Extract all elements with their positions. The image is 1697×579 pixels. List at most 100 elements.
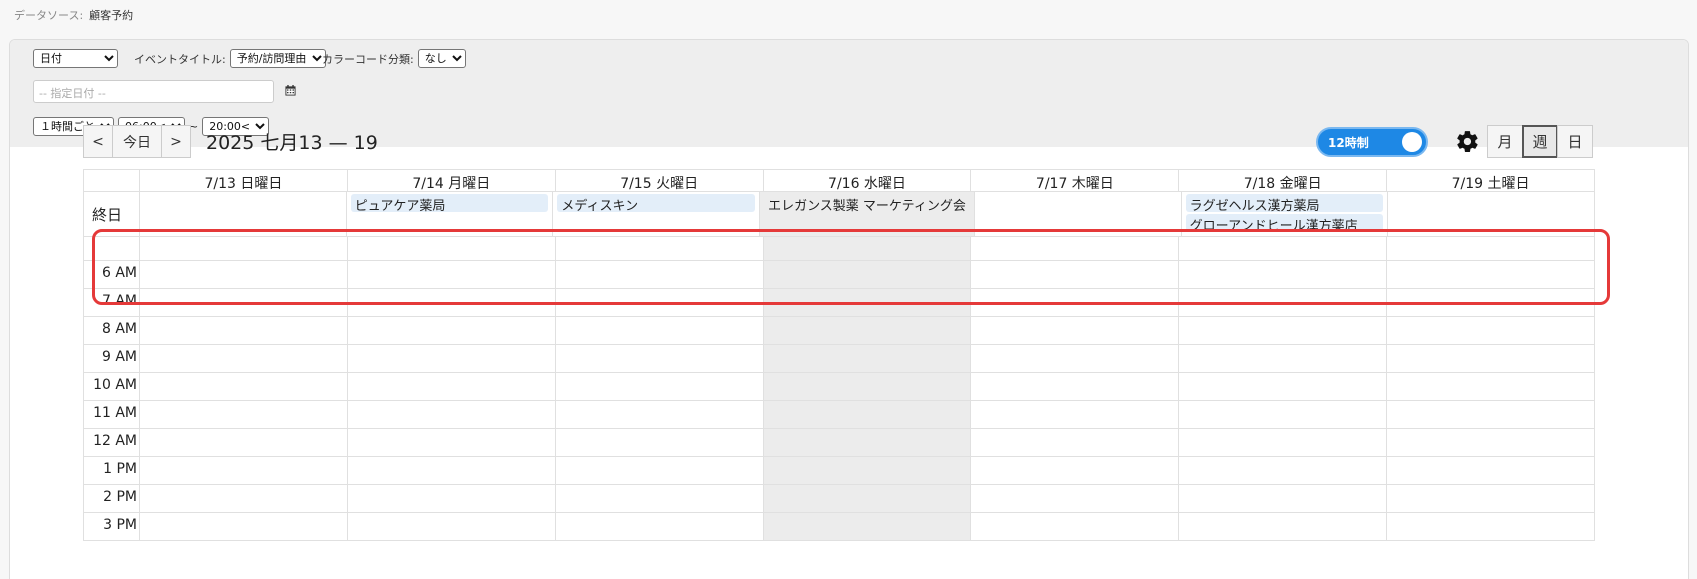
time-slot-cell[interactable] [1179, 457, 1388, 485]
time-slot-cell[interactable] [140, 401, 348, 429]
date-input[interactable]: -- 指定日付 -- [33, 80, 274, 103]
allday-cell[interactable] [974, 192, 1182, 237]
time-slot-cell[interactable] [347, 429, 556, 457]
time-slot-cell[interactable] [971, 457, 1180, 485]
time-slot-cell[interactable] [140, 317, 348, 345]
time-slot-cell[interactable] [347, 289, 556, 317]
time-slot-cell[interactable] [1387, 261, 1595, 289]
time-slot-cell[interactable] [1179, 401, 1388, 429]
time-slot-cell[interactable] [763, 401, 972, 429]
time-slot-cell[interactable] [971, 373, 1180, 401]
time-slot-cell[interactable] [140, 457, 348, 485]
day-view-button[interactable]: 日 [1557, 125, 1593, 158]
time-slot-cell[interactable] [347, 457, 556, 485]
time-slot-cell[interactable] [140, 261, 348, 289]
time-slot-cell[interactable] [347, 401, 556, 429]
next-button[interactable]: > [161, 125, 191, 158]
time-slot-cell[interactable] [763, 289, 972, 317]
time-slot-cell[interactable] [763, 513, 972, 541]
day-header[interactable]: 7/18 金曜日 [1179, 169, 1388, 192]
time-slot-cell[interactable] [555, 373, 764, 401]
gear-icon[interactable] [1455, 129, 1480, 154]
time-slot-cell[interactable] [1179, 485, 1388, 513]
time-slot-cell[interactable] [763, 373, 972, 401]
day-header[interactable]: 7/15 火曜日 [555, 169, 764, 192]
time-slot-cell[interactable] [763, 429, 972, 457]
day-header[interactable]: 7/14 月曜日 [347, 169, 556, 192]
time-slot-cell[interactable] [1387, 317, 1595, 345]
time-slot-cell[interactable] [1387, 429, 1595, 457]
allday-cell[interactable]: メディスキン [553, 192, 761, 237]
time-slot-cell[interactable] [971, 401, 1180, 429]
time-slot-cell[interactable] [555, 261, 764, 289]
time-slot-cell[interactable] [971, 345, 1180, 373]
time-slot-cell[interactable] [1179, 261, 1388, 289]
time-slot-cell[interactable] [347, 317, 556, 345]
time-slot-cell[interactable] [555, 457, 764, 485]
time-slot-cell[interactable] [140, 345, 348, 373]
time-slot-cell[interactable] [971, 317, 1180, 345]
time-slot-cell[interactable] [140, 513, 348, 541]
calendar-icon[interactable] [285, 85, 296, 96]
time-slot-cell[interactable] [555, 485, 764, 513]
time-slot-cell[interactable] [1387, 345, 1595, 373]
day-header[interactable]: 7/19 土曜日 [1387, 169, 1595, 192]
time-slot-cell[interactable] [347, 373, 556, 401]
time-slot-cell[interactable] [1179, 317, 1388, 345]
time-slot-cell[interactable] [1387, 401, 1595, 429]
event-chip[interactable]: ラグゼヘルス漢方薬局 [1185, 194, 1384, 212]
time-slot-cell[interactable] [971, 513, 1180, 541]
time-slot-cell[interactable] [555, 401, 764, 429]
day-header[interactable]: 7/13 日曜日 [140, 169, 348, 192]
time-slot-cell[interactable] [971, 289, 1180, 317]
time-slot-cell[interactable] [347, 345, 556, 373]
time-slot-cell[interactable] [555, 289, 764, 317]
time-slot-cell[interactable] [347, 485, 556, 513]
time-slot-cell[interactable] [140, 289, 348, 317]
time-slot-cell[interactable] [140, 485, 348, 513]
allday-cell[interactable] [1388, 192, 1595, 237]
date-field-select[interactable]: 日付 [33, 49, 118, 68]
hour-format-toggle[interactable]: 12時制 [1316, 127, 1428, 157]
today-button[interactable]: 今日 [112, 125, 162, 158]
time-slot-cell[interactable] [1179, 289, 1388, 317]
allday-cell-today[interactable]: エレガンス製薬 マーケティング会 [760, 192, 975, 237]
week-view-button[interactable]: 週 [1522, 125, 1558, 158]
event-chip[interactable]: ピュアケア薬局 [350, 194, 549, 212]
time-slot-cell[interactable] [1387, 373, 1595, 401]
event-chip[interactable]: メディスキン [557, 194, 756, 212]
allday-cell[interactable] [140, 192, 347, 237]
time-slot-cell[interactable] [1179, 513, 1388, 541]
time-slot-cell[interactable] [1387, 485, 1595, 513]
day-header[interactable]: 7/17 木曜日 [971, 169, 1180, 192]
time-slot-cell[interactable] [763, 457, 972, 485]
event-chip[interactable]: エレガンス製薬 マーケティング会 [764, 194, 970, 212]
time-slot-cell[interactable] [347, 261, 556, 289]
time-slot-cell[interactable] [971, 485, 1180, 513]
allday-cell[interactable]: ピュアケア薬局 [346, 192, 554, 237]
time-slot-cell[interactable] [140, 429, 348, 457]
time-slot-cell[interactable] [1387, 289, 1595, 317]
allday-cell[interactable]: ラグゼヘルス漢方薬局 グローアンドヒール漢方薬店 [1181, 192, 1389, 237]
time-slot-cell[interactable] [555, 429, 764, 457]
time-slot-cell[interactable] [555, 345, 764, 373]
time-slot-cell[interactable] [1387, 457, 1595, 485]
time-slot-cell[interactable] [1179, 429, 1388, 457]
time-slot-cell[interactable] [971, 429, 1180, 457]
time-slot-cell[interactable] [1387, 513, 1595, 541]
event-chip[interactable]: グローアンドヒール漢方薬店 [1185, 214, 1384, 232]
time-slot-cell[interactable] [763, 345, 972, 373]
time-slot-cell[interactable] [555, 513, 764, 541]
time-slot-cell[interactable] [971, 261, 1180, 289]
time-slot-cell[interactable] [763, 485, 972, 513]
prev-button[interactable]: < [83, 125, 113, 158]
time-slot-cell[interactable] [763, 317, 972, 345]
event-title-select[interactable]: 予約/訪問理由 [229, 49, 326, 68]
time-slot-cell[interactable] [140, 373, 348, 401]
time-slot-cell[interactable] [1179, 345, 1388, 373]
time-slot-cell[interactable] [347, 513, 556, 541]
month-view-button[interactable]: 月 [1487, 125, 1523, 158]
time-slot-cell[interactable] [555, 317, 764, 345]
time-slot-cell[interactable] [1179, 373, 1388, 401]
time-slot-cell[interactable] [763, 261, 972, 289]
